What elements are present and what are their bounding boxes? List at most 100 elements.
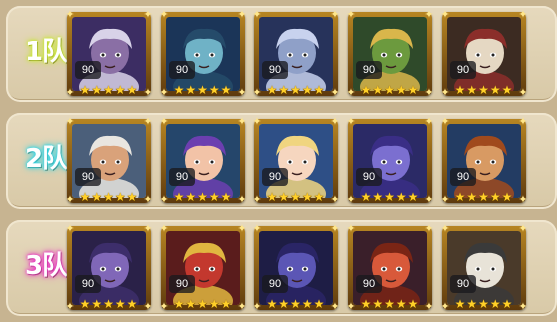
star-icon: ★ <box>290 297 302 311</box>
star-icon: ★ <box>466 297 479 311</box>
star-icon: ★ <box>360 83 373 97</box>
red-goblin-hero-portrait <box>353 231 427 305</box>
hero-level-badge: 90 <box>169 275 195 293</box>
shadow-assassin-hero-portrait <box>72 231 146 305</box>
star-icon: ★ <box>126 190 139 204</box>
star-icon: ★ <box>197 190 209 204</box>
star-icon: ★ <box>501 83 514 97</box>
hero-level-badge: 90 <box>262 275 288 293</box>
star-icon: ★ <box>384 83 396 97</box>
hero-level-badge: 90 <box>450 168 476 186</box>
star-icon: ★ <box>208 83 221 97</box>
star-icon: ★ <box>501 190 514 204</box>
hero-slot-shadow-assassin-hero[interactable]: ✦ ✦ ✦ ✦ 90 ★★★★★ <box>65 224 152 313</box>
star-icon: ★ <box>372 83 385 97</box>
hero-level-badge: 90 <box>262 61 288 79</box>
star-icon: ★ <box>489 297 502 311</box>
star-icon: ★ <box>489 83 502 97</box>
star-rating: ★★★★★ <box>163 190 243 204</box>
star-icon: ★ <box>91 190 104 204</box>
hero-portrait-frame <box>166 124 240 198</box>
star-icon: ★ <box>384 297 396 311</box>
star-icon: ★ <box>197 83 209 97</box>
hero-slot-werewolf-hero[interactable]: ✦ ✦ ✦ ✦ 90 ★★★★★ <box>252 10 339 99</box>
star-icon: ★ <box>395 83 408 97</box>
star-rating: ★★★★★ <box>256 190 336 204</box>
hero-portrait-frame <box>166 231 240 305</box>
star-rating: ★★★★★ <box>69 297 149 311</box>
star-icon: ★ <box>407 297 420 311</box>
star-icon: ★ <box>173 297 186 311</box>
star-rating: ★★★★★ <box>256 83 336 97</box>
star-rating: ★★★★★ <box>163 297 243 311</box>
hero-level-badge: 90 <box>169 168 195 186</box>
hero-slot-dwarf-warrior-hero[interactable]: ✦ ✦ ✦ ✦ 90 ★★★★★ <box>440 117 527 206</box>
star-icon: ★ <box>220 190 233 204</box>
star-icon: ★ <box>185 83 198 97</box>
hero-portrait-frame <box>259 17 333 91</box>
star-icon: ★ <box>103 297 115 311</box>
hero-slot-medusa-hero[interactable]: ✦ ✦ ✦ ✦ 90 ★★★★★ <box>159 10 246 99</box>
star-icon: ★ <box>313 297 326 311</box>
star-icon: ★ <box>372 297 385 311</box>
hero-slot-dark-elf-hero[interactable]: ✦ ✦ ✦ ✦ 90 ★★★★★ <box>65 10 152 99</box>
dwarf-warrior-hero-portrait <box>447 124 521 198</box>
hero-slot-archer-girl-hero[interactable]: ✦ ✦ ✦ ✦ 90 ★★★★★ <box>159 117 246 206</box>
star-icon: ★ <box>114 83 127 97</box>
star-rating: ★★★★★ <box>69 190 149 204</box>
hero-level-badge: 90 <box>450 275 476 293</box>
hero-portrait-frame <box>353 17 427 91</box>
star-icon: ★ <box>278 297 291 311</box>
hero-slot-lizard-king-hero[interactable]: ✦ ✦ ✦ ✦ 90 ★★★★★ <box>346 10 433 99</box>
star-rating: ★★★★★ <box>163 83 243 97</box>
hero-level-badge: 90 <box>356 61 382 79</box>
star-rating: ★★★★★ <box>444 83 524 97</box>
star-icon: ★ <box>79 83 92 97</box>
hero-portrait-frame <box>259 124 333 198</box>
hero-level-badge: 90 <box>75 275 101 293</box>
star-icon: ★ <box>395 190 408 204</box>
star-rating: ★★★★★ <box>444 190 524 204</box>
hero-level-badge: 90 <box>75 61 101 79</box>
hero-portrait-frame <box>259 231 333 305</box>
star-icon: ★ <box>103 190 115 204</box>
hero-slot-skeleton-hero[interactable]: ✦ ✦ ✦ ✦ 90 ★★★★★ <box>440 10 527 99</box>
hero-slot-panda-monk-hero[interactable]: ✦ ✦ ✦ ✦ 90 ★★★★★ <box>440 224 527 313</box>
star-icon: ★ <box>197 297 209 311</box>
star-icon: ★ <box>126 297 139 311</box>
star-icon: ★ <box>114 190 127 204</box>
star-icon: ★ <box>290 190 302 204</box>
team-row-3: 3队 ✦ ✦ ✦ ✦ 90 ★★★★★ ✦ ✦ ✦ ✦ 90 ★★★★★ ✦ ✦ ✦ ✦ 90 ★★★★★ ✦ ✦ ✦ ✦ 9… <box>6 220 557 316</box>
star-rating: ★★★★★ <box>350 190 430 204</box>
star-icon: ★ <box>278 190 291 204</box>
star-icon: ★ <box>466 190 479 204</box>
star-icon: ★ <box>301 297 314 311</box>
star-icon: ★ <box>103 83 115 97</box>
star-rating: ★★★★★ <box>444 297 524 311</box>
hero-slot-night-elf-hero[interactable]: ✦ ✦ ✦ ✦ 90 ★★★★★ <box>346 117 433 206</box>
skeleton-hero-portrait <box>447 17 521 91</box>
star-icon: ★ <box>79 190 92 204</box>
star-rating: ★★★★★ <box>69 83 149 97</box>
star-icon: ★ <box>360 190 373 204</box>
hero-slot-cerberus-hero[interactable]: ✦ ✦ ✦ ✦ 90 ★★★★★ <box>252 224 339 313</box>
hero-slot-red-goblin-hero[interactable]: ✦ ✦ ✦ ✦ 90 ★★★★★ <box>346 224 433 313</box>
star-icon: ★ <box>185 297 198 311</box>
star-icon: ★ <box>301 83 314 97</box>
star-rating: ★★★★★ <box>350 83 430 97</box>
star-icon: ★ <box>466 83 479 97</box>
hero-portrait-frame <box>447 17 521 91</box>
star-icon: ★ <box>489 190 502 204</box>
star-icon: ★ <box>266 190 279 204</box>
star-icon: ★ <box>478 83 490 97</box>
hero-slot-old-sage-hero[interactable]: ✦ ✦ ✦ ✦ 90 ★★★★★ <box>65 117 152 206</box>
medusa-hero-portrait <box>166 17 240 91</box>
star-icon: ★ <box>266 297 279 311</box>
star-icon: ★ <box>208 297 221 311</box>
star-icon: ★ <box>91 83 104 97</box>
hero-level-badge: 90 <box>262 168 288 186</box>
star-icon: ★ <box>91 297 104 311</box>
hero-slot-priestess-hero[interactable]: ✦ ✦ ✦ ✦ 90 ★★★★★ <box>252 117 339 206</box>
star-icon: ★ <box>313 190 326 204</box>
hero-slot-red-knight-hero[interactable]: ✦ ✦ ✦ ✦ 90 ★★★★★ <box>159 224 246 313</box>
